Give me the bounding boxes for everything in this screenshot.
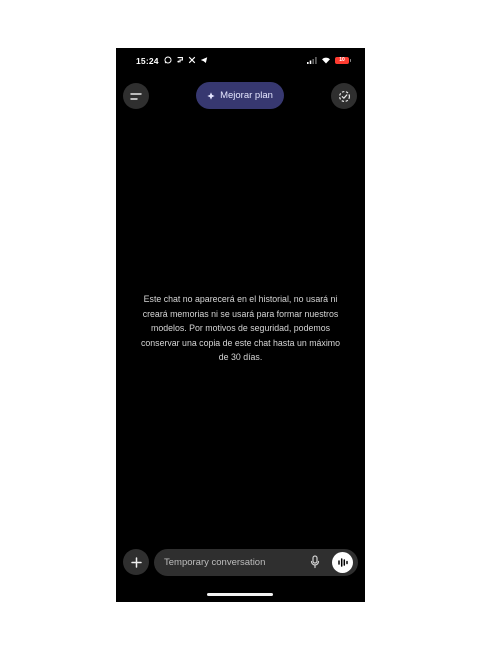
temporary-chat-notice: Este chat no aparecerá en el historial, … [140, 294, 341, 362]
upgrade-plan-label: Mejorar plan [220, 90, 273, 101]
microphone-icon [310, 555, 320, 569]
menu-icon [130, 92, 142, 100]
plus-icon [130, 556, 142, 568]
status-bar: 15:24 10 [116, 48, 365, 76]
sparkle-icon [207, 91, 215, 100]
menu-button[interactable] [123, 83, 149, 109]
add-attachment-button[interactable] [123, 549, 149, 575]
x-icon [188, 56, 196, 64]
system-indicators: 10 [307, 56, 351, 64]
upgrade-plan-button[interactable]: Mejorar plan [196, 82, 284, 109]
dictation-button[interactable] [310, 555, 320, 574]
phone-screen: 15:24 10 Mejorar plan Este chat no apare… [116, 48, 365, 602]
voice-mode-button[interactable] [332, 552, 353, 573]
whatsapp-icon [164, 56, 172, 64]
wifi-icon [322, 57, 330, 64]
battery-level: 10 [339, 56, 345, 63]
notification-icons [164, 56, 208, 64]
temporary-chat-icon [338, 90, 350, 102]
home-indicator[interactable] [207, 593, 273, 596]
temporary-chat-toggle[interactable] [331, 83, 357, 109]
telegram-icon [200, 57, 208, 64]
message-input[interactable] [164, 549, 304, 576]
threads-icon [177, 57, 183, 63]
cellular-signal-icon [307, 56, 317, 64]
voice-waveform-icon [337, 558, 348, 567]
battery-icon: 10 [335, 56, 351, 64]
status-time: 15:24 [136, 56, 159, 66]
composer-bar [154, 549, 358, 576]
